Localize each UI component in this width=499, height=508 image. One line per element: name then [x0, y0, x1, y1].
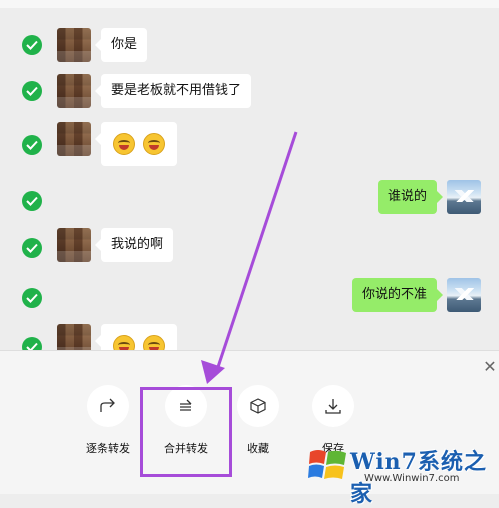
- top-bar: [0, 0, 499, 8]
- laughing-emoji-icon: [143, 132, 165, 155]
- windows-logo-icon: [308, 450, 346, 479]
- avatar: [57, 122, 91, 156]
- check-icon[interactable]: [22, 238, 42, 258]
- avatar: [447, 278, 481, 312]
- message-bubble: 我说的啊: [94, 228, 174, 262]
- share-icon: [87, 385, 129, 427]
- message-bubble-sent: 你说的不准: [351, 278, 444, 312]
- favorite-button[interactable]: 收藏: [223, 385, 293, 456]
- emoji-bubble: [95, 122, 177, 166]
- chat-history: 你是 要是老板就不用借钱了 谁说的 我说的啊 你说的不准: [0, 8, 499, 368]
- check-icon[interactable]: [22, 191, 42, 211]
- action-label: 收藏: [247, 442, 269, 455]
- check-icon[interactable]: [22, 135, 42, 155]
- avatar: [57, 74, 91, 108]
- check-icon[interactable]: [22, 35, 42, 55]
- message-bubble-sent: 谁说的: [377, 180, 444, 214]
- close-icon[interactable]: ✕: [481, 358, 499, 376]
- check-icon[interactable]: [22, 288, 42, 308]
- message-bubble: 你是: [94, 28, 148, 62]
- avatar: [57, 228, 91, 262]
- avatar: [447, 180, 481, 214]
- highlight-box: [140, 387, 232, 477]
- watermark-url: Www.Winwin7.com: [364, 473, 460, 484]
- message-bubble: 要是老板就不用借钱了: [94, 74, 252, 108]
- forward-one-by-one-button[interactable]: 逐条转发: [73, 385, 143, 456]
- laughing-emoji-icon: [113, 132, 135, 155]
- cube-icon: [237, 385, 279, 427]
- avatar: [57, 28, 91, 62]
- check-icon[interactable]: [22, 81, 42, 101]
- watermark: Win7系统之家 Www.Winwin7.com: [304, 440, 499, 507]
- action-label: 逐条转发: [86, 442, 130, 455]
- download-icon: [312, 385, 354, 427]
